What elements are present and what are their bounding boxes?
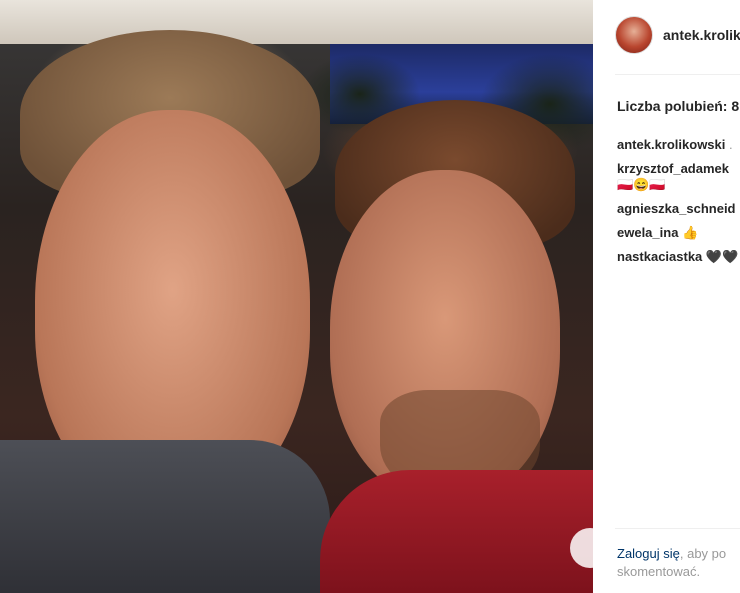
photo-shirt-left bbox=[0, 440, 330, 593]
login-prompt-rest: , aby po bbox=[679, 546, 727, 561]
photo-shirt-right bbox=[320, 470, 593, 593]
comment-item: agnieszka_schneid bbox=[617, 197, 740, 221]
comment-text: 🖤🖤 bbox=[705, 249, 739, 264]
photo-ceiling bbox=[0, 0, 593, 44]
comment-text: 👍 bbox=[682, 225, 699, 240]
comment-user[interactable]: agnieszka_schneid bbox=[617, 201, 736, 216]
post-header: antek.krolik bbox=[615, 16, 740, 54]
header-divider bbox=[615, 74, 740, 75]
comment-user[interactable]: krzysztof_adamek bbox=[617, 161, 729, 176]
comment-text: . bbox=[729, 137, 733, 152]
post-username[interactable]: antek.krolik bbox=[663, 27, 740, 43]
comment-item: antek.krolikowski . bbox=[617, 133, 740, 157]
comment-item: nastkaciastka 🖤🖤 bbox=[617, 245, 740, 269]
likes-count[interactable]: Liczba polubień: 8 bbox=[617, 98, 739, 114]
login-prompt-line2: skomentować. bbox=[617, 564, 701, 579]
comment-item: ewela_ina 👍 bbox=[617, 221, 740, 245]
comment-user[interactable]: nastkaciastka bbox=[617, 249, 702, 264]
comments-list: antek.krolikowski . krzysztof_adamek 🇵🇱😄… bbox=[617, 133, 740, 269]
post-photo[interactable] bbox=[0, 0, 593, 593]
comment-user[interactable]: antek.krolikowski bbox=[617, 137, 725, 152]
post-sidebar: antek.krolik Liczba polubień: 8 antek.kr… bbox=[593, 0, 740, 593]
login-prompt: Zaloguj się, aby po skomentować. bbox=[617, 545, 740, 581]
footer-divider bbox=[615, 528, 740, 529]
comment-user[interactable]: ewela_ina bbox=[617, 225, 678, 240]
login-link[interactable]: Zaloguj się bbox=[617, 546, 680, 561]
avatar-icon[interactable] bbox=[615, 16, 653, 54]
